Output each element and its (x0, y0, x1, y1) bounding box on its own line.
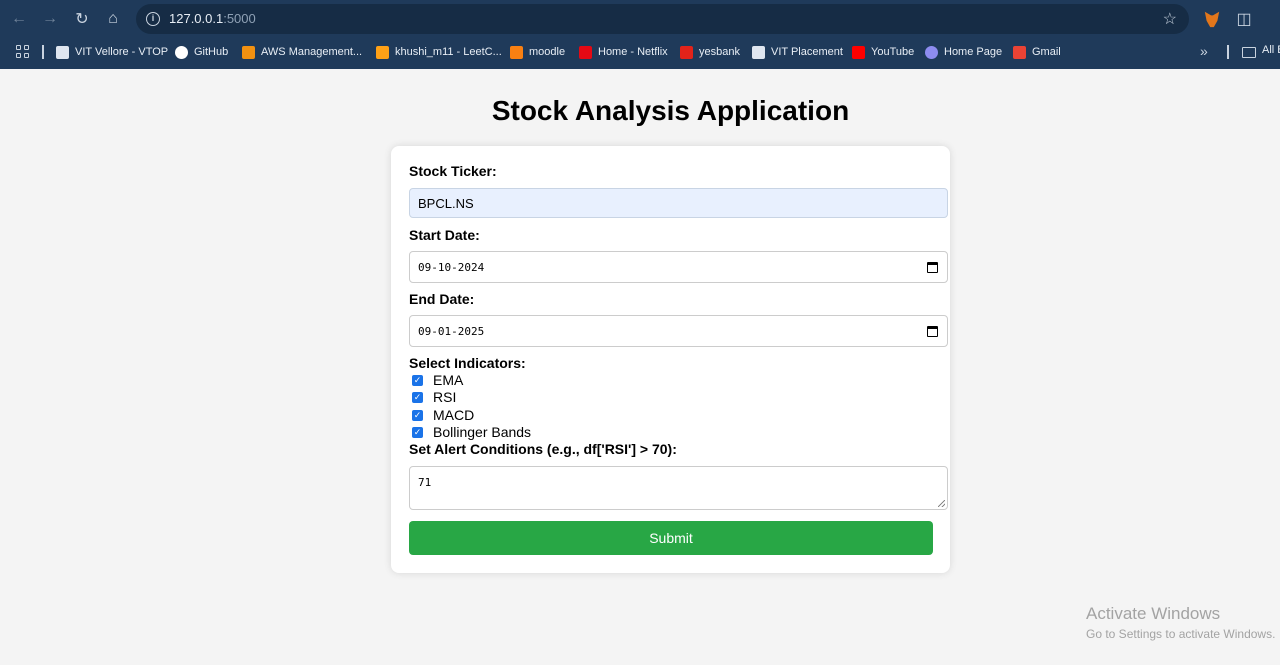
bookmark-youtube[interactable]: YouTube (852, 44, 914, 60)
end-date-input[interactable]: 09-01-2025 (409, 315, 948, 347)
metamask-fox-icon[interactable] (1202, 9, 1222, 29)
indicator-rsi[interactable]: ✓ RSI (412, 389, 456, 405)
bookmark-gmail[interactable]: Gmail (1013, 44, 1061, 60)
back-arrow-icon[interactable]: ← (9, 9, 29, 29)
bookmarks-divider (1227, 45, 1229, 59)
start-date-input[interactable]: 09-10-2024 (409, 251, 948, 283)
home-icon[interactable]: ⌂ (103, 9, 123, 29)
indicator-label: RSI (433, 389, 457, 405)
bookmark-label: VIT Placement (771, 46, 843, 58)
bookmark-label: khushi_m11 - LeetC... (395, 46, 502, 58)
reload-icon[interactable]: ↻ (72, 9, 92, 29)
browser-toolbar: ← → ↻ ⌂ i 127.0.0.1:5000 ☆ ◫ (0, 0, 1280, 38)
bookmark-home-page[interactable]: Home Page (925, 44, 1002, 60)
leetcode-icon (376, 45, 389, 59)
bookmark-label: moodle (529, 46, 566, 58)
checkbox-checked-icon[interactable]: ✓ (412, 426, 423, 438)
bookmarks-divider (42, 45, 44, 59)
url-port: :5000 (223, 11, 256, 26)
vit-placement-icon (752, 45, 765, 59)
aws-icon (242, 45, 255, 59)
start-date-label: Start Date: (409, 227, 480, 243)
bookmark-label: YouTube (871, 46, 915, 58)
github-icon (175, 45, 188, 59)
bookmark-label: Home - Netflix (598, 46, 668, 58)
bookmark-label: VIT Vellore - VTOP (75, 46, 169, 58)
url-host: 127.0.0.1 (169, 11, 224, 26)
bookmarks-bar: VIT Vellore - VTOP GitHub AWS Management… (0, 40, 1280, 64)
stock-form-card: Stock Ticker: BPCL.NS Start Date: 09-10-… (391, 146, 950, 573)
indicator-bollinger[interactable]: ✓ Bollinger Bands (412, 424, 531, 440)
bookmark-label: GitHub (194, 46, 229, 58)
indicators-label: Select Indicators: (409, 355, 526, 371)
alert-label: Set Alert Conditions (e.g., df['RSI'] > … (409, 441, 677, 457)
checkbox-checked-icon[interactable]: ✓ (412, 391, 423, 403)
apps-grid-icon[interactable] (16, 45, 29, 58)
resize-handle-icon[interactable] (938, 500, 945, 507)
bookmark-github[interactable]: GitHub (175, 44, 228, 60)
activate-windows-watermark: Activate Windows Go to Settings to activ… (1086, 604, 1275, 641)
alert-value: 71 (418, 476, 432, 489)
vtop-icon (56, 45, 69, 59)
end-date-label: End Date: (409, 291, 475, 307)
bookmark-moodle[interactable]: moodle (510, 44, 565, 60)
end-date-value: 09-01-2025 (418, 325, 485, 338)
bookmark-label: Gmail (1032, 46, 1061, 58)
yesbank-icon (680, 45, 693, 59)
gmail-icon (1013, 45, 1026, 59)
checkbox-checked-icon[interactable]: ✓ (412, 374, 423, 386)
alert-textarea[interactable]: 71 (409, 466, 948, 510)
more-bookmarks-chevron-icon[interactable]: » (1200, 43, 1208, 59)
indicator-label: Bollinger Bands (433, 424, 532, 440)
indicator-ema[interactable]: ✓ EMA (412, 372, 463, 388)
forward-arrow-icon[interactable]: → (40, 9, 60, 29)
submit-button[interactable]: Submit (409, 521, 933, 555)
bookmark-label: yesbank (699, 46, 740, 58)
calendar-icon[interactable] (927, 326, 938, 337)
bookmark-label: AWS Management... (261, 46, 363, 58)
netflix-icon (579, 45, 592, 59)
watermark-title: Activate Windows (1086, 604, 1221, 623)
watermark-subtitle: Go to Settings to activate Windows. (1086, 627, 1276, 641)
bookmark-leetcode[interactable]: khushi_m11 - LeetC... (376, 44, 502, 60)
indicator-label: EMA (433, 372, 464, 388)
bookmark-netflix[interactable]: Home - Netflix (579, 44, 668, 60)
site-info-icon[interactable]: i (146, 12, 160, 26)
all-bookmarks-label[interactable]: All B (1262, 44, 1280, 56)
indicator-label: MACD (433, 407, 475, 423)
home-page-icon (925, 45, 938, 59)
bookmark-vtop[interactable]: VIT Vellore - VTOP (56, 44, 168, 60)
bookmark-vit-placement[interactable]: VIT Placement (752, 44, 843, 60)
bookmark-yesbank[interactable]: yesbank (680, 44, 740, 60)
indicator-macd[interactable]: ✓ MACD (412, 407, 474, 423)
address-bar[interactable]: i 127.0.0.1:5000 ☆ (136, 4, 1189, 34)
youtube-icon (852, 45, 865, 59)
calendar-icon[interactable] (927, 262, 938, 273)
ticker-label: Stock Ticker: (409, 163, 497, 179)
start-date-value: 09-10-2024 (418, 261, 485, 274)
bookmark-aws[interactable]: AWS Management... (242, 44, 362, 60)
browser-chrome: ← → ↻ ⌂ i 127.0.0.1:5000 ☆ ◫ VIT Vellore… (0, 0, 1280, 69)
ticker-input[interactable]: BPCL.NS (409, 188, 948, 218)
checkbox-checked-icon[interactable]: ✓ (412, 409, 423, 421)
page-title: Stock Analysis Application (491, 95, 850, 126)
folder-icon[interactable] (1242, 47, 1256, 58)
ticker-value: BPCL.NS (418, 196, 474, 211)
bookmark-star-icon[interactable]: ☆ (1163, 9, 1177, 29)
moodle-icon (510, 45, 523, 59)
bookmark-label: Home Page (944, 46, 1003, 58)
extensions-puzzle-icon[interactable]: ◫ (1234, 9, 1254, 29)
url-text: 127.0.0.1:5000 (169, 11, 256, 26)
